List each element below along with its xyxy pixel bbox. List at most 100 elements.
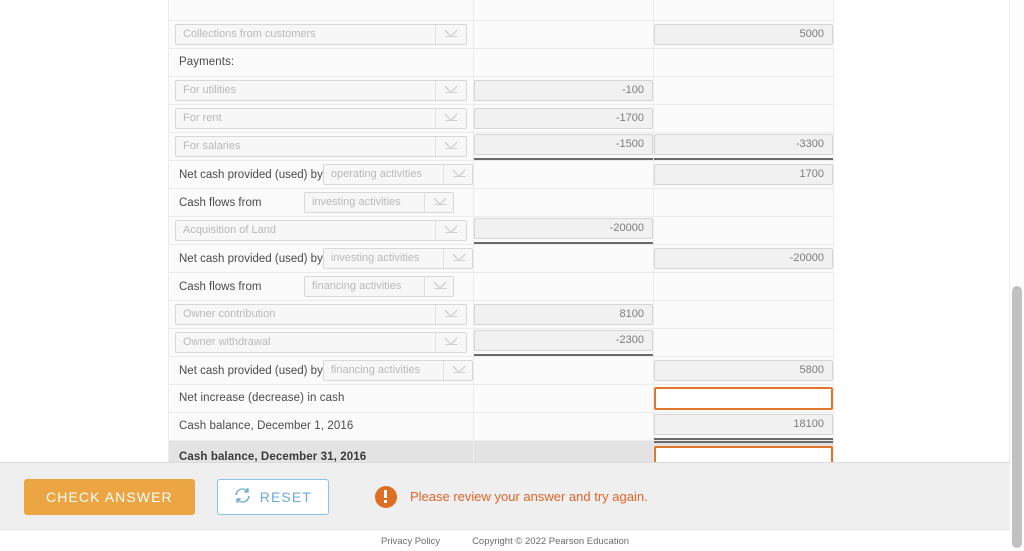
row-label: Net increase (decrease) in cash xyxy=(179,392,345,404)
chevron-down-icon xyxy=(435,81,466,100)
chevron-down-icon xyxy=(424,277,453,296)
amount-input-right-6[interactable]: 1700 xyxy=(654,164,833,185)
amount-cell-middle: -100 xyxy=(473,76,654,105)
amount-cell-right xyxy=(653,300,834,329)
amount-input-middle-5[interactable]: -1500 xyxy=(474,133,653,155)
amount-cell-right: -20000 xyxy=(653,244,834,273)
activity-select-13-value: financing activities xyxy=(330,364,421,376)
amount-input-middle-3[interactable]: -100 xyxy=(474,80,653,101)
error-message-block: Please review your answer and try again. xyxy=(374,485,648,508)
cell-overline xyxy=(654,441,833,443)
account-select-3[interactable]: For utilities xyxy=(175,80,467,101)
page-footer: Privacy Policy Copyright © 2022 Pearson … xyxy=(0,530,1010,551)
chevron-down-icon xyxy=(435,221,466,240)
amount-cell-right xyxy=(653,272,834,301)
account-select-4-value: For rent xyxy=(183,112,222,124)
chevron-down-icon xyxy=(435,305,466,324)
cash-flow-worksheet-table: Collections from customers 5000 Payments: F… xyxy=(168,0,834,462)
table-row: Acquisition of Land -20000 xyxy=(168,216,834,245)
account-select-11-value: Owner contribution xyxy=(183,308,276,320)
amount-input-right-5[interactable]: -3300 xyxy=(654,133,833,155)
table-row xyxy=(168,0,834,21)
amount-cell-middle xyxy=(473,356,654,385)
activity-select-10[interactable]: financing activities xyxy=(304,276,454,297)
table-row: Owner withdrawal -2300 xyxy=(168,328,834,357)
worksheet-body: Collections from customers 5000 Payments: F… xyxy=(168,0,834,462)
amount-cell-middle xyxy=(473,272,654,301)
error-exclamation-icon xyxy=(374,485,397,508)
account-select-11[interactable]: Owner contribution xyxy=(175,304,467,325)
table-row: Collections from customers 5000 xyxy=(168,20,834,49)
amount-input-right-9[interactable]: -20000 xyxy=(654,248,833,269)
amount-cell-right xyxy=(653,0,834,21)
amount-cell-right xyxy=(653,328,834,357)
table-row: Net cash provided (used) by operating act… xyxy=(168,160,834,189)
row-label-cell: Cash balance, December 31, 2016 xyxy=(168,440,474,462)
row-label: Net cash provided (used) by xyxy=(179,364,323,377)
amount-cell-middle xyxy=(473,160,654,189)
amount-cell-right: 5800 xyxy=(653,356,834,385)
account-select-5[interactable]: For salaries xyxy=(175,136,467,157)
amount-cell-right xyxy=(653,384,834,413)
account-select-1[interactable]: Collections from customers xyxy=(175,24,467,45)
amount-cell-right xyxy=(653,48,834,77)
account-select-12[interactable]: Owner withdrawal xyxy=(175,332,467,353)
account-select-4[interactable]: For rent xyxy=(175,108,467,129)
amount-cell-middle: -1700 xyxy=(473,104,654,133)
amount-cell-middle xyxy=(473,244,654,273)
row-label: Cash flows from xyxy=(179,280,262,293)
row-label-cell: Owner contribution xyxy=(168,300,474,329)
row-label: Net cash provided (used) by xyxy=(179,252,323,265)
reset-button[interactable]: RESET xyxy=(216,478,329,515)
amount-cell-right xyxy=(653,76,834,105)
row-label-cell: Net increase (decrease) in cash xyxy=(168,384,474,413)
activity-select-9-value: investing activities xyxy=(330,252,420,264)
cell-underline-single xyxy=(474,353,653,356)
amount-input-right-13[interactable]: 5800 xyxy=(654,360,833,381)
amount-input-right-16[interactable] xyxy=(654,446,833,462)
vertical-scrollbar[interactable] xyxy=(1009,0,1024,551)
row-label-cell: For salaries xyxy=(168,132,474,161)
copyright-text: Copyright © 2022 Pearson Education xyxy=(472,536,630,547)
privacy-policy-link[interactable]: Privacy Policy xyxy=(381,536,440,547)
row-label-cell xyxy=(168,0,474,21)
amount-cell-middle xyxy=(473,188,654,217)
activity-select-6[interactable]: operating activities xyxy=(322,164,473,185)
chevron-down-icon xyxy=(435,137,466,156)
check-answer-button[interactable]: CHECK ANSWER xyxy=(24,478,195,515)
cell-underline-single xyxy=(654,157,833,160)
amount-cell-middle xyxy=(473,48,654,77)
amount-input-right-14[interactable] xyxy=(654,387,833,410)
activity-select-9[interactable]: investing activities xyxy=(322,248,473,269)
table-row: Owner contribution 8100 xyxy=(168,300,834,329)
account-select-8[interactable]: Acquisition of Land xyxy=(175,220,467,241)
amount-cell-right: -3300 xyxy=(653,132,834,161)
table-row: Payments: xyxy=(168,48,834,77)
scrollbar-thumb[interactable] xyxy=(1012,286,1022,548)
account-select-3-value: For utilities xyxy=(183,84,237,96)
row-label-cell: For rent xyxy=(168,104,474,133)
amount-input-middle-12[interactable]: -2300 xyxy=(474,329,653,351)
activity-select-13[interactable]: financing activities xyxy=(322,360,473,381)
amount-cell-middle xyxy=(473,0,654,21)
amount-input-right-15[interactable]: 18100 xyxy=(654,413,833,435)
amount-input-middle-8[interactable]: -20000 xyxy=(474,217,653,239)
amount-input-middle-4[interactable]: -1700 xyxy=(474,108,653,129)
activity-select-7[interactable]: investing activities xyxy=(304,192,454,213)
page-root: Collections from customers 5000 Payments: F… xyxy=(0,0,1024,551)
cell-underline-single xyxy=(474,157,653,160)
cell-underline-single xyxy=(654,437,833,440)
row-label-cell: Cash balance, December 1, 2016 xyxy=(168,412,474,441)
chevron-down-icon xyxy=(435,333,466,352)
amount-input-middle-11[interactable]: 8100 xyxy=(474,304,653,325)
activity-select-10-value: financing activities xyxy=(312,280,402,292)
amount-input-right-1[interactable]: 5000 xyxy=(654,24,833,45)
amount-cell-right: 5000 xyxy=(653,20,834,49)
amount-cell-middle: -20000 xyxy=(473,216,654,245)
chevron-down-icon xyxy=(442,249,472,268)
account-select-5-value: For salaries xyxy=(183,140,241,152)
amount-cell-right: 1700 xyxy=(653,160,834,189)
amount-cell-right xyxy=(653,104,834,133)
amount-cell-middle xyxy=(473,412,654,441)
amount-cell-right: 18100 xyxy=(653,412,834,441)
